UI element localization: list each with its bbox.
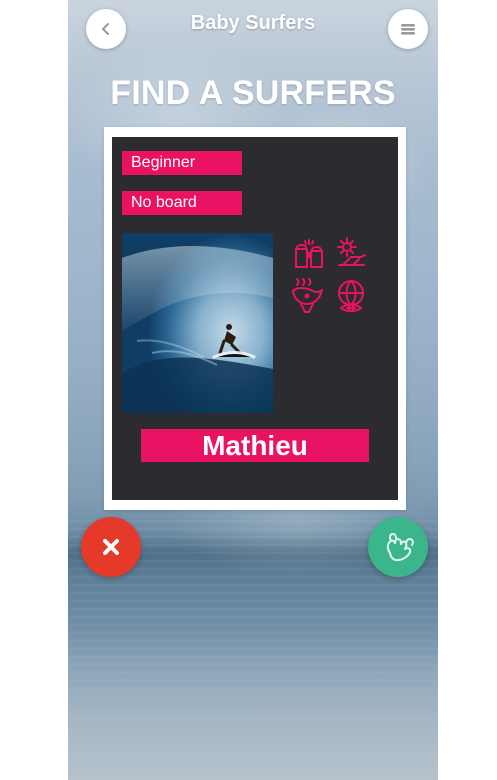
page-title: FIND A SURFERS <box>110 74 396 112</box>
beer-icon <box>287 235 327 275</box>
shaka-icon <box>386 533 414 562</box>
app-screen: Baby Surfers FIND A SURFERS Beginner No … <box>68 0 438 780</box>
level-tag: Beginner <box>122 151 242 175</box>
sports-icon <box>331 277 371 317</box>
menu-button[interactable] <box>388 9 428 49</box>
accept-button[interactable] <box>368 517 428 577</box>
close-icon <box>103 539 119 555</box>
app-title: Baby Surfers <box>190 12 316 34</box>
profile-card[interactable]: Beginner No board Mathieu <box>112 137 398 500</box>
beach-lounger-icon <box>331 235 371 275</box>
hamburger-icon <box>398 19 418 39</box>
food-icon <box>287 277 327 317</box>
surfer-photo <box>122 233 273 413</box>
surfer-wave-photo-icon <box>122 233 273 413</box>
reject-button[interactable] <box>81 517 141 577</box>
profile-card-frame: Beginner No board Mathieu <box>104 127 406 510</box>
interests-grid <box>287 235 373 317</box>
surfer-name: Mathieu <box>141 429 369 462</box>
board-tag: No board <box>122 191 242 215</box>
